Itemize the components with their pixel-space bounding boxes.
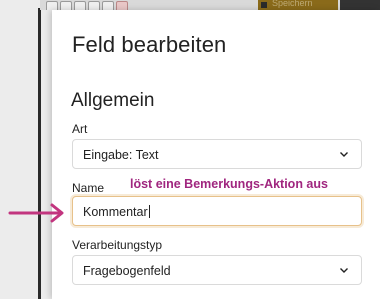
background-divider — [38, 8, 41, 299]
chevron-down-icon — [340, 268, 348, 273]
chevron-down-icon — [340, 152, 348, 157]
toolbar-button — [102, 1, 114, 10]
toolbar-button — [88, 1, 100, 10]
name-input[interactable]: Kommentar — [72, 196, 362, 226]
verarbeitungstyp-select-value: Fragebogenfeld — [83, 264, 171, 278]
toolbar-delete-button — [116, 1, 128, 10]
verarbeitungstyp-label: Verarbeitungstyp — [72, 238, 163, 252]
art-select[interactable]: Eingabe: Text — [72, 139, 362, 169]
verarbeitungstyp-select[interactable]: Fragebogenfeld — [72, 255, 362, 285]
toolbar-button — [74, 1, 86, 10]
background-save-label: Speichern — [272, 0, 313, 8]
name-label: Name — [72, 181, 105, 195]
background-toolbar: Speichern — [40, 0, 380, 10]
art-select-value: Eingabe: Text — [83, 148, 159, 162]
art-label: Art — [72, 122, 88, 136]
text-cursor — [148, 205, 150, 218]
annotation-note: löst eine Bemerkungs-Aktion aus — [130, 177, 328, 191]
panel-title: Feld bearbeiten — [72, 32, 227, 57]
toolbar-button — [46, 1, 58, 10]
section-title-allgemein: Allgemein — [71, 90, 155, 111]
background-dark-button — [340, 0, 380, 10]
toolbar-button — [60, 1, 72, 10]
background-save-button: Speichern — [258, 0, 338, 10]
background-app — [0, 0, 52, 299]
edit-field-panel: Feld bearbeiten Allgemein Art Eingabe: T… — [52, 10, 380, 299]
save-icon — [261, 2, 267, 8]
annotation-arrow-icon — [8, 203, 64, 223]
name-input-value: Kommentar — [83, 205, 150, 219]
